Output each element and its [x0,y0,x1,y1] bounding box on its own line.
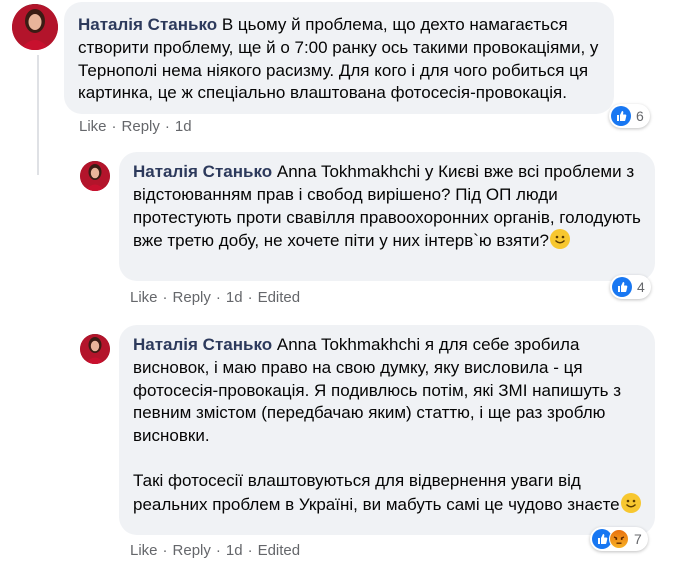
like-icon [611,106,631,126]
comment-text-continued: створити проблему, ще й о 7:00 ранку ось… [78,37,599,103]
reply-button[interactable]: Reply [173,542,211,559]
thread-line [37,55,39,175]
timestamp[interactable]: 1d [175,118,192,135]
timestamp[interactable]: 1d [226,542,243,559]
like-button[interactable]: Like [130,542,158,559]
like-icon [612,277,632,297]
smile-emoji [549,229,570,250]
reaction-summary[interactable]: 4 [610,275,651,299]
comment-author[interactable]: Наталія Станько [133,335,272,354]
reply-button[interactable]: Reply [173,289,211,306]
smile-emoji [620,492,641,513]
reaction-count: 7 [634,531,642,547]
like-button[interactable]: Like [130,289,158,306]
reaction-summary[interactable]: 6 [609,104,650,128]
comment-text: В цьому й проблема, що дехто намагається [221,15,568,34]
comment-bubble: Наталія Станько В цьому й проблема, що д… [64,2,614,114]
comment-actions: Like · Reply · 1d · Edited [130,542,301,559]
comment-author[interactable]: Наталія Станько [78,15,217,34]
comment-text-paragraph: Такі фотосесії влаштовуються для відверн… [133,470,620,514]
reply-button[interactable]: Reply [122,118,160,135]
edited-label[interactable]: Edited [258,289,301,306]
avatar[interactable] [80,334,110,364]
comment-bubble: Наталія Станько Anna Tokhmakhchi у Києві… [119,152,655,281]
reaction-count: 6 [636,108,644,124]
reaction-summary[interactable]: 7 [590,527,648,551]
comment-bubble: Наталія Станько Anna Tokhmakhchi я для с… [119,325,655,535]
avatar[interactable] [12,4,58,50]
edited-label[interactable]: Edited [258,542,301,559]
comment-actions: Like · Reply · 1d · Edited [130,289,301,306]
comment-actions: Like · Reply · 1d [79,118,192,135]
like-button[interactable]: Like [79,118,107,135]
reaction-count: 4 [637,279,645,295]
timestamp[interactable]: 1d [226,289,243,306]
avatar[interactable] [80,161,110,191]
comment-author[interactable]: Наталія Станько [133,162,272,181]
angry-icon [609,529,629,549]
